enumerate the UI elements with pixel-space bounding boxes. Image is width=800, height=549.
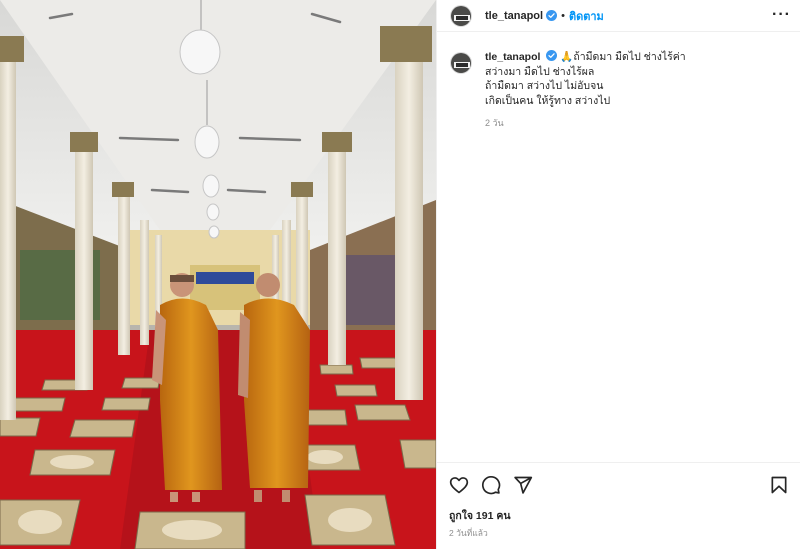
caption-text-line: สว่างมา มืดไป ช่างไร้ผล xyxy=(485,65,595,78)
caption-text-line: ถ้ามืดมา สว่างไป ไม่อับจน xyxy=(485,80,604,92)
caption-first-line: tle_tanapol 🙏ถ้ามืดมา มืดไป ช่างไร้ค่า xyxy=(485,50,686,65)
post-header: tle_tanapol • ติดตาม ··· xyxy=(437,0,800,32)
caption-comment: tle_tanapol 🙏ถ้ามืดมา มืดไป ช่างไร้ค่า ส… xyxy=(450,50,790,131)
caption-body: tle_tanapol 🙏ถ้ามืดมา มืดไป ช่างไร้ค่า ส… xyxy=(485,50,686,131)
temple-monks-image xyxy=(0,0,436,549)
heart-icon[interactable] xyxy=(449,475,469,495)
caption-text-line: 🙏ถ้ามืดมา มืดไป ช่างไร้ค่า xyxy=(560,51,686,63)
verified-badge-icon xyxy=(546,50,558,61)
caption-username[interactable]: tle_tanapol xyxy=(485,51,540,63)
post-timestamp: 2 วันที่แล้ว xyxy=(449,528,488,538)
caption-text-line: เกิดเป็นคน ให้รู้ทาง สว่างไป xyxy=(485,94,611,107)
follow-button[interactable]: ติดตาม xyxy=(569,7,604,25)
comment-icon[interactable] xyxy=(481,475,501,495)
caption-timestamp[interactable]: 2 วัน xyxy=(485,116,686,131)
verified-badge-icon xyxy=(546,10,558,21)
separator-dot: • xyxy=(561,9,565,22)
avatar[interactable] xyxy=(450,4,472,27)
avatar[interactable] xyxy=(450,52,472,74)
send-icon[interactable] xyxy=(513,475,533,495)
more-options-icon[interactable]: ··· xyxy=(772,7,791,23)
post-actions: ถูกใจ 191 คน 2 วันที่แล้ว xyxy=(437,462,800,549)
likes-count[interactable]: ถูกใจ 191 คน xyxy=(449,507,511,524)
bookmark-icon[interactable] xyxy=(769,475,789,495)
post-sidebar: tle_tanapol • ติดตาม ··· tle_tanapol 🙏ถ้… xyxy=(436,0,800,549)
post-photo[interactable] xyxy=(0,0,436,549)
header-username[interactable]: tle_tanapol xyxy=(485,10,543,22)
action-icons xyxy=(449,475,533,495)
